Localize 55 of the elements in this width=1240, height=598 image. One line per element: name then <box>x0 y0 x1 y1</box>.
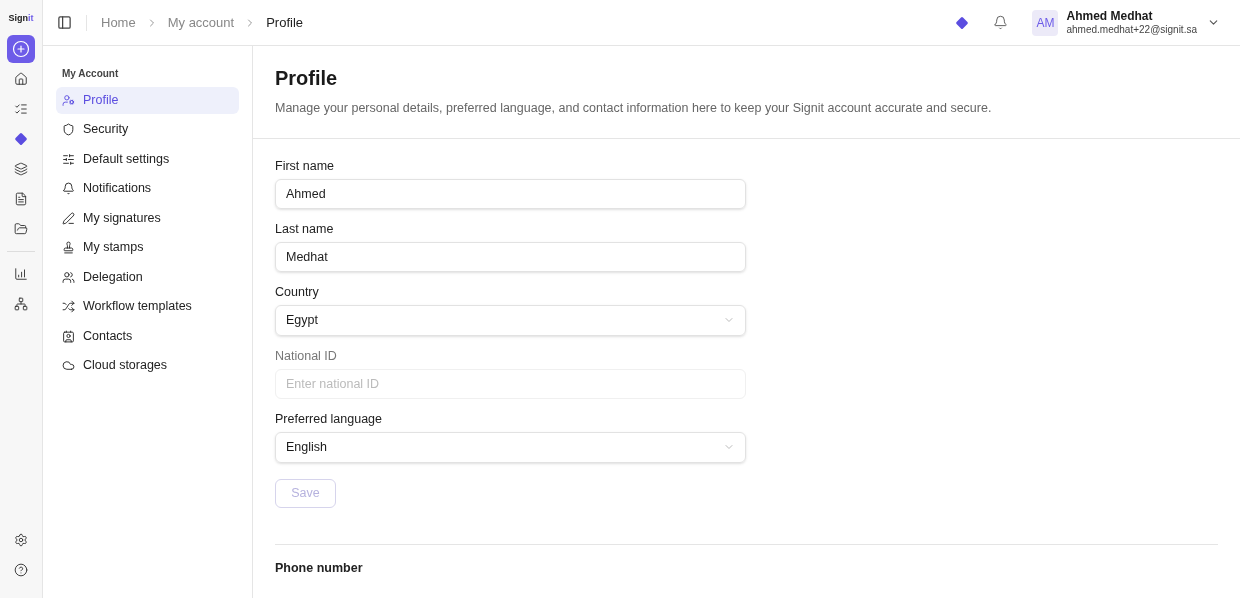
menu-item[interactable]: Security <box>56 116 239 143</box>
text-field[interactable]: Medhat <box>275 241 746 272</box>
user-name: Ahmed Medhat <box>1066 8 1154 24</box>
sliders-icon <box>62 152 75 166</box>
user-email: ahmed.medhat+22@signit.sa <box>1066 23 1197 37</box>
field-label: Country <box>275 284 320 300</box>
page-title: Profile <box>275 66 339 91</box>
bell-icon <box>62 182 75 196</box>
shield-icon <box>62 123 75 137</box>
field-label: First name <box>275 158 336 174</box>
menu-item[interactable]: Default settings <box>56 146 239 173</box>
breadcrumb-link[interactable]: Home <box>101 12 136 33</box>
text-field[interactable]: Ahmed <box>275 178 746 209</box>
breadcrumb-link[interactable]: Profile <box>266 12 304 33</box>
document-icon <box>14 192 28 206</box>
menu-item[interactable]: My stamps <box>56 234 239 261</box>
menu-heading: My Account <box>61 67 120 81</box>
menu-item[interactable]: Contacts <box>56 323 239 350</box>
diamond-icon[interactable] <box>955 15 970 30</box>
avatar: AM <box>1032 9 1059 36</box>
menu-item[interactable]: Notifications <box>56 175 239 202</box>
help-icon <box>14 563 28 577</box>
field-label: Preferred language <box>275 411 384 427</box>
add-icon <box>12 40 30 58</box>
settings-icon <box>14 533 28 547</box>
sidebar-toggle-icon[interactable] <box>57 15 72 30</box>
cloud-icon <box>62 359 75 373</box>
menu-item[interactable]: Cloud storages <box>56 352 239 379</box>
breadcrumb-link[interactable]: My account <box>167 12 235 33</box>
shuffle-icon <box>62 300 75 314</box>
section-label: Phone number <box>275 560 364 576</box>
pen-icon <box>62 211 75 225</box>
bell-icon[interactable] <box>993 15 1009 30</box>
checklist-icon <box>14 102 28 116</box>
menu-item[interactable]: Delegation <box>56 264 239 291</box>
folder-icon <box>14 222 28 236</box>
diamond-icon <box>14 132 28 146</box>
stamp-icon <box>62 241 75 255</box>
menu-item[interactable]: Profile <box>56 87 239 114</box>
select-field[interactable]: Egypt <box>275 304 746 336</box>
logo: Signit <box>8 14 34 23</box>
page-description: Manage your personal details, preferred language, and contact information here to keep your Signit account accurate and secure. <box>275 100 993 117</box>
home-icon <box>14 72 28 86</box>
menu-item[interactable]: Workflow templates <box>56 293 239 320</box>
menu-item[interactable]: My signatures <box>56 205 239 232</box>
select-field[interactable]: English <box>275 431 746 463</box>
field-label: Last name <box>275 221 335 237</box>
field-label: National ID <box>275 348 338 364</box>
rail-button[interactable] <box>7 35 35 63</box>
network-icon <box>14 297 28 311</box>
users-icon <box>62 270 75 284</box>
user-icon <box>62 93 75 107</box>
chart-icon <box>14 267 28 281</box>
stack-icon <box>14 162 28 176</box>
contact-icon <box>62 329 75 343</box>
